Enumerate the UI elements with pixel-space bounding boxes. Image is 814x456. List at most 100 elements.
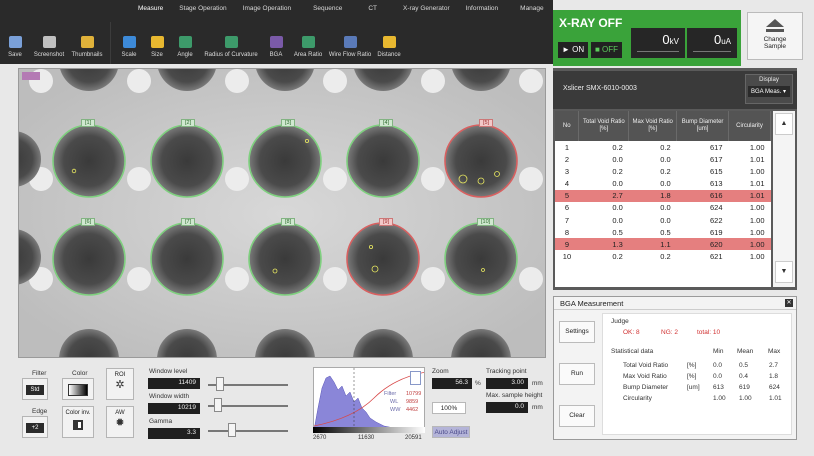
filter-box: Std: [22, 378, 48, 400]
stat-max: 1.01: [769, 395, 782, 402]
color-inv-icon: [73, 420, 83, 430]
table-row[interactable]: 1 0.2 0.2 617 1.00: [555, 141, 771, 153]
stat-unit: [um]: [687, 384, 700, 391]
window-width-value[interactable]: 10219: [148, 403, 200, 414]
scroll-up-button[interactable]: ▲: [775, 113, 793, 135]
run-button[interactable]: Run: [559, 363, 595, 385]
roi-icon: ✲: [115, 379, 125, 391]
table-row[interactable]: 9 1.3 1.1 620 1.00: [555, 238, 771, 251]
filter-select[interactable]: Std: [26, 385, 44, 395]
stat-min: 1.00: [713, 395, 726, 402]
color-map-select[interactable]: [68, 384, 88, 396]
zoom-100-button[interactable]: 100%: [432, 402, 466, 414]
size-button[interactable]: Size: [143, 22, 171, 64]
bga-results-table: No Total Void Ratio [%] Max Void Ratio […: [555, 111, 771, 287]
window-level-slider[interactable]: [216, 377, 224, 391]
solder-ball: [52, 124, 126, 198]
auto-adjust-button[interactable]: Auto Adjust: [432, 426, 470, 438]
table-cell-empty: [555, 263, 579, 275]
roi-button[interactable]: ROI ✲: [106, 368, 134, 400]
judge-ok: OK: 8: [623, 329, 640, 336]
display-value[interactable]: BGA Meas. ▾: [748, 86, 790, 97]
color-inv-button[interactable]: Color inv.: [62, 406, 94, 438]
ua-readout[interactable]: 0uA: [687, 28, 737, 58]
tracking-value[interactable]: 3.00: [486, 378, 528, 389]
menu-sequence[interactable]: Sequence: [299, 0, 360, 22]
table-cell: 1.00: [749, 203, 765, 213]
table-row[interactable]: 8 0.5 0.5 619 1.00: [555, 226, 771, 238]
save-button[interactable]: Save: [0, 22, 30, 64]
aw-icon: ✹: [115, 417, 125, 429]
change-sample-button[interactable]: Change Sample: [747, 12, 803, 60]
ball-tag-6: [6]: [81, 218, 96, 226]
via-hole: [323, 69, 347, 93]
menu-manage[interactable]: Manage: [512, 0, 552, 22]
gamma-slider[interactable]: [228, 423, 236, 437]
distance-button[interactable]: Distance: [373, 22, 405, 64]
stat-name: Max Void Ratio: [623, 373, 667, 380]
max-height-value[interactable]: 0.0: [486, 402, 528, 413]
settings-button[interactable]: Settings: [559, 321, 595, 343]
wire-flow-ratio-button[interactable]: Wire Flow Ratio: [327, 22, 373, 64]
table-cell-empty: [729, 263, 771, 275]
max-height-label: Max. sample height: [486, 392, 543, 399]
col-circularity[interactable]: Circularity: [728, 111, 771, 141]
angle-button[interactable]: Angle: [171, 22, 199, 64]
table-row[interactable]: 3 0.2 0.2 615 1.00: [555, 165, 771, 177]
bga-button[interactable]: BGA: [263, 22, 289, 64]
table-row[interactable]: 10 0.2 0.2 621 1.00: [555, 250, 771, 262]
menu-xray-generator[interactable]: X-ray Generator: [395, 0, 458, 22]
xray-image-view[interactable]: [1] [2] [3] [4] [5] [6] [7] [8] [9] [10]: [18, 68, 546, 358]
angle-label: Angle: [177, 52, 193, 58]
gamma-value[interactable]: 3.3: [148, 428, 200, 439]
stat-mean: 1.00: [739, 395, 752, 402]
table-row[interactable]: 2 0.0 0.0 617 1.01: [555, 153, 771, 165]
table-row[interactable]: 6 0.0 0.0 624 1.00: [555, 202, 771, 214]
menu-measure[interactable]: Measure: [130, 0, 171, 22]
scale-button[interactable]: Scale: [115, 22, 143, 64]
solder-ball: [248, 222, 322, 296]
table-cell-empty: [579, 263, 629, 275]
table-cell: 0.0: [660, 203, 671, 213]
xray-off-button[interactable]: ■ OFF: [591, 42, 623, 58]
col-bump-diameter[interactable]: Bump Diameter [um]: [676, 111, 730, 141]
scroll-down-button[interactable]: ▼: [775, 261, 793, 283]
thumbnails-button[interactable]: Thumbnails: [68, 22, 106, 64]
display-selector[interactable]: Display BGA Meas. ▾: [745, 74, 793, 104]
color-inv-label: Color inv.: [65, 410, 91, 416]
xray-on-button[interactable]: ► ON: [558, 42, 589, 58]
zoom-value[interactable]: 56.3: [432, 378, 472, 389]
table-cell: 0.0: [660, 154, 671, 164]
table-row[interactable]: 4 0.0 0.0 613 1.01: [555, 177, 771, 189]
menu-stage-operation[interactable]: Stage Operation: [171, 0, 234, 22]
window-width-slider[interactable]: [214, 398, 222, 412]
histogram[interactable]: Filter WL WW 10799 9859 4462: [313, 367, 425, 429]
col-no[interactable]: No: [555, 111, 580, 141]
table-row[interactable]: 5 2.7 1.8 616 1.01: [555, 189, 771, 202]
auto-window-button[interactable]: AW ✹: [106, 406, 134, 438]
table-cell: 0.2: [612, 251, 623, 261]
table-scrollbar[interactable]: ▲ ▼: [773, 111, 795, 287]
table-cell: 0.2: [612, 166, 623, 176]
area-ratio-button[interactable]: Area Ratio: [289, 22, 327, 64]
menu-information[interactable]: Information: [458, 0, 513, 22]
hist-toggle[interactable]: [410, 371, 421, 385]
menu-ct[interactable]: CT: [360, 0, 395, 22]
bga-close-button[interactable]: ✕: [785, 299, 793, 307]
kv-readout[interactable]: 0kV: [631, 28, 685, 58]
col-total-void[interactable]: Total Void Ratio [%]: [578, 111, 630, 141]
radius-of-curvature-button[interactable]: Radius of Curvature: [199, 22, 263, 64]
table-row[interactable]: 7 0.0 0.0 622 1.00: [555, 214, 771, 226]
thumbnails-icon: [80, 36, 94, 48]
clear-button[interactable]: Clear: [559, 405, 595, 427]
menu-image-operation[interactable]: Image Operation: [235, 0, 299, 22]
bga-results: Judge OK: 8 NG: 2 total: 10 Statistical …: [602, 313, 792, 435]
edge-select[interactable]: +2: [26, 423, 44, 433]
wire-flow-label: Wire Flow Ratio: [328, 52, 372, 58]
col-max-void[interactable]: Max Void Ratio [%]: [628, 111, 678, 141]
table-cell: 622: [710, 215, 723, 225]
ball-tag-8: [8]: [281, 218, 296, 226]
window-level-value[interactable]: 11409: [148, 378, 200, 389]
screenshot-button[interactable]: Screenshot: [30, 22, 68, 64]
table-cell: 0.0: [660, 215, 671, 225]
